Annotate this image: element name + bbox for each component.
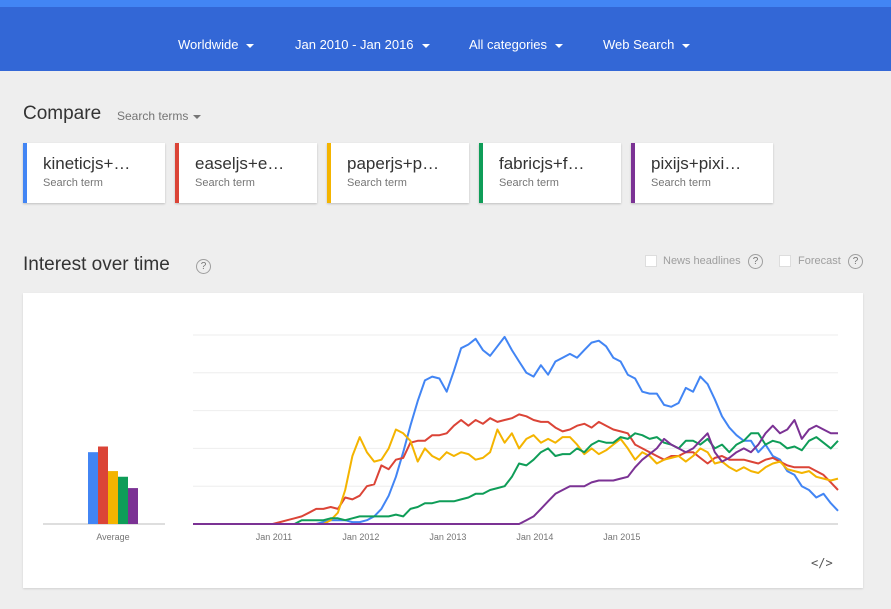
term-card-easeljs[interactable]: easeljs+e… Search term: [175, 143, 317, 203]
forecast-label: Forecast: [798, 255, 841, 267]
average-bar: [88, 452, 98, 524]
date-range-filter[interactable]: Jan 2010 - Jan 2016: [295, 37, 430, 52]
category-filter[interactable]: All categories: [469, 37, 564, 52]
series-line: [193, 432, 839, 525]
term-name: fabricjs+f…: [499, 154, 585, 173]
term-name: easeljs+e…: [195, 154, 285, 173]
caret-down-icon: [555, 43, 564, 48]
news-headlines-label: News headlines: [663, 255, 741, 267]
average-label: Average: [96, 532, 129, 542]
average-bar: [118, 476, 128, 524]
caret-down-icon: [421, 43, 430, 48]
term-type: Search term: [43, 177, 103, 189]
compare-title: Compare: [23, 103, 102, 124]
chart-lines: [193, 335, 839, 525]
x-tick-label: Jan 2015: [603, 532, 640, 542]
term-type: Search term: [347, 177, 407, 189]
x-tick-label: Jan 2012: [342, 532, 379, 542]
series-line: [193, 335, 839, 525]
term-type: Search term: [499, 177, 559, 189]
series-line: [193, 428, 839, 525]
caret-down-icon: [246, 43, 255, 48]
term-type: Search term: [195, 177, 255, 189]
term-name: paperjs+p…: [347, 154, 440, 173]
search-type-filter[interactable]: Web Search: [603, 37, 691, 52]
help-icon[interactable]: ?: [196, 259, 211, 274]
news-headlines-checkbox[interactable]: [645, 255, 657, 267]
average-bars: Average: [88, 446, 138, 542]
filter-bar: Worldwide Jan 2010 - Jan 2016 All catego…: [0, 0, 891, 71]
interest-chart-panel: Average Jan 2011 Jan 2012 Jan 2013 Jan 2014…: [23, 293, 863, 588]
average-bar: [128, 488, 138, 524]
term-card-paperjs[interactable]: paperjs+p… Search term: [327, 143, 469, 203]
term-name: kineticjs+…: [43, 154, 131, 173]
search-terms-dropdown[interactable]: Search terms: [117, 109, 202, 123]
interest-over-time-title: Interest over time: [23, 254, 170, 275]
average-bar: [98, 446, 108, 524]
help-icon[interactable]: ?: [848, 254, 863, 269]
caret-down-icon: [682, 43, 691, 48]
x-tick-label: Jan 2013: [429, 532, 466, 542]
term-card-fabricjs[interactable]: fabricjs+f… Search term: [479, 143, 621, 203]
x-tick-label: Jan 2011: [256, 532, 292, 542]
term-card-kineticjs[interactable]: kineticjs+… Search term: [23, 143, 165, 203]
interest-chart: Average Jan 2011 Jan 2012 Jan 2013 Jan 2014…: [43, 334, 839, 542]
term-name: pixijs+pixi…: [651, 154, 742, 173]
term-type: Search term: [651, 177, 711, 189]
chart-grid: [43, 334, 838, 525]
x-axis-ticks: Jan 2011 Jan 2012 Jan 2013 Jan 2014 Jan 2015: [256, 532, 641, 542]
average-bar: [108, 471, 118, 524]
help-icon[interactable]: ?: [748, 254, 763, 269]
forecast-checkbox[interactable]: [779, 255, 791, 267]
caret-down-icon: [193, 114, 202, 119]
embed-code-icon[interactable]: </>: [811, 556, 833, 570]
location-filter[interactable]: Worldwide: [178, 37, 255, 52]
term-card-pixijs[interactable]: pixijs+pixi… Search term: [631, 143, 773, 203]
x-tick-label: Jan 2014: [516, 532, 553, 542]
